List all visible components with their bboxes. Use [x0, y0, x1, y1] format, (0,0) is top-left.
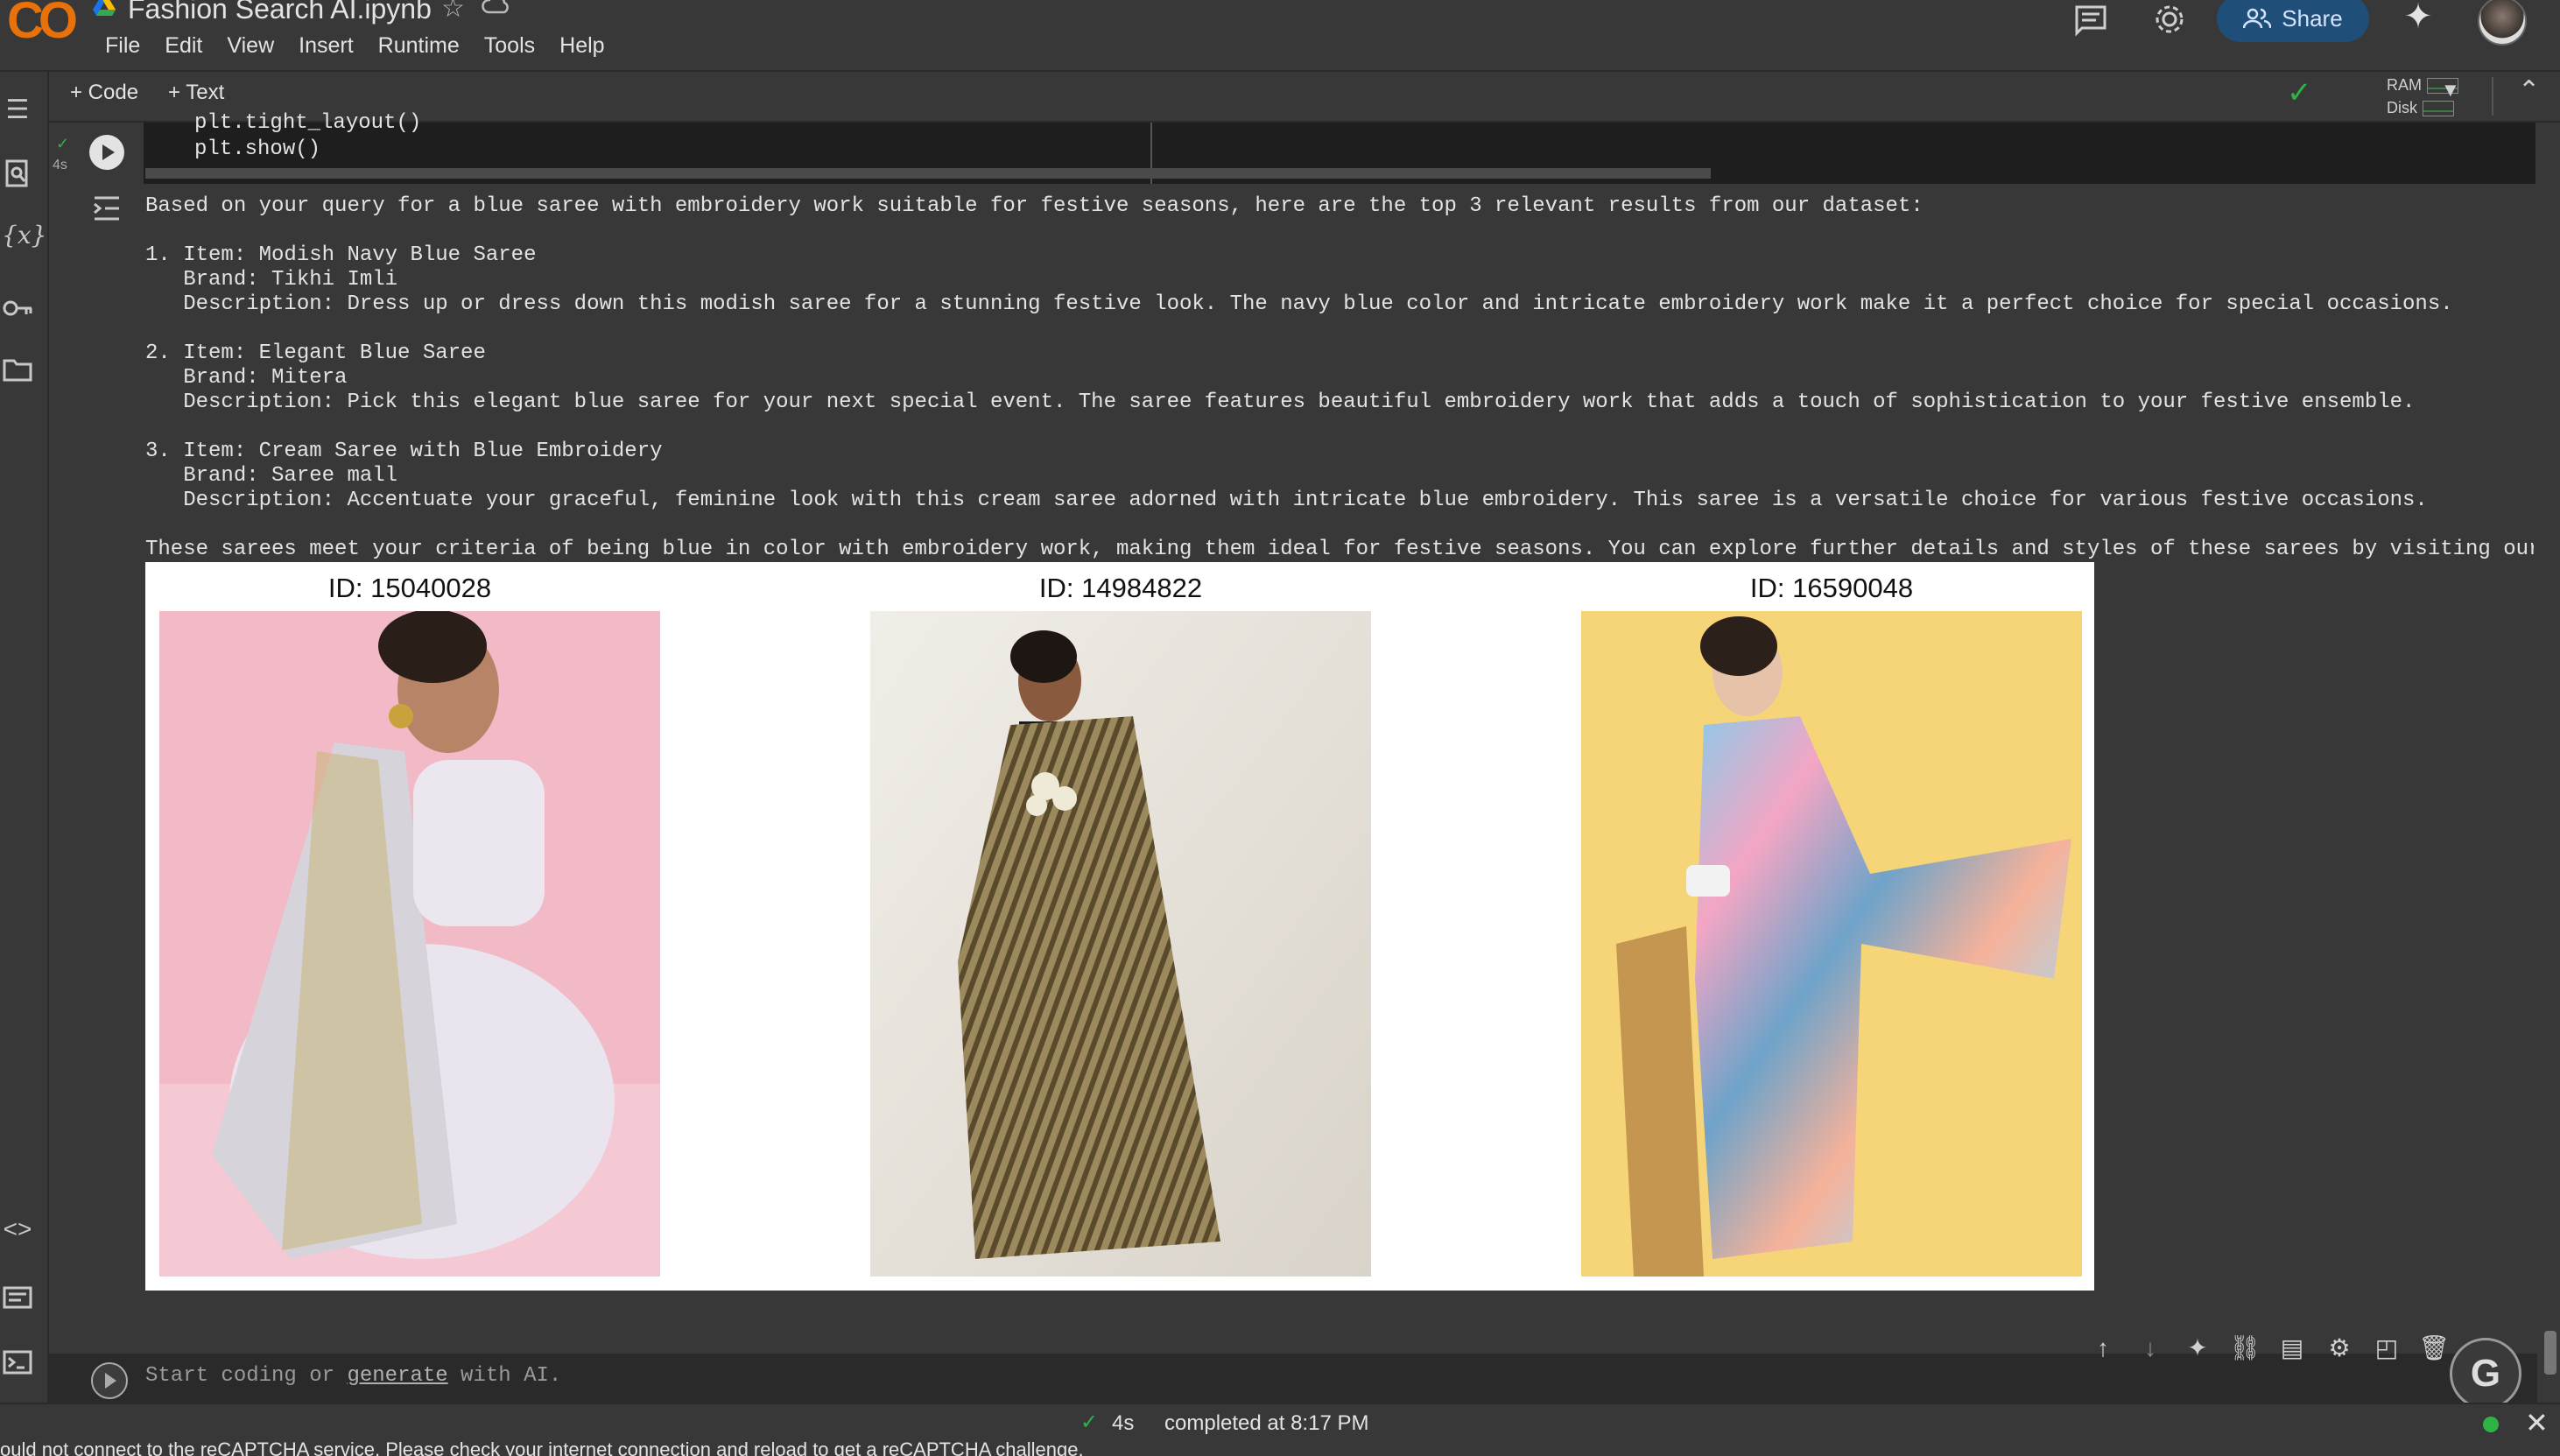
add-text-button[interactable]: + Text	[168, 81, 224, 105]
image-title-2: ID: 14984822	[1038, 573, 1203, 603]
people-icon	[2243, 8, 2272, 29]
menu-bar: File Edit View Insert Runtime Tools Help	[93, 30, 617, 62]
ai-sparkle-icon[interactable]: ✦	[2182, 1333, 2213, 1364]
cell-placeholder: Start coding or generate with AI.	[145, 1364, 561, 1388]
image-title-1: ID: 15040028	[327, 573, 492, 603]
table-of-contents-icon[interactable]: ☰	[2, 95, 33, 126]
disk-label: Disk	[2387, 99, 2417, 116]
star-icon[interactable]: ☆	[441, 0, 465, 24]
cell-settings-gear-icon[interactable]: ⚙	[2324, 1333, 2355, 1364]
saree-photo-2	[870, 611, 1371, 1277]
grammarly-icon[interactable]: G	[2450, 1338, 2521, 1410]
horizontal-scrollbar[interactable]	[145, 168, 1711, 179]
menu-runtime[interactable]: Runtime	[366, 30, 472, 62]
placeholder-suffix: with AI.	[447, 1364, 562, 1388]
recaptcha-warning: ould not connect to the reCAPTCHA servic…	[0, 1441, 2560, 1456]
link-icon[interactable]: ⛓	[2229, 1333, 2261, 1364]
comment-cell-icon[interactable]: ▤	[2276, 1333, 2308, 1364]
cell-output-text: Based on your query for a blue saree wit…	[145, 194, 2534, 561]
mirror-cell-icon[interactable]: ◰	[2371, 1333, 2402, 1364]
status-bar: ✓ 4s completed at 8:17 PM ✕	[0, 1403, 2560, 1443]
collapse-chevron-up-icon[interactable]: ⌃	[2518, 75, 2540, 106]
user-avatar[interactable]	[2478, 0, 2527, 46]
image-title-3: ID: 16590048	[1749, 573, 1914, 603]
ram-label: RAM	[2387, 76, 2422, 94]
settings-gear-icon[interactable]	[2150, 0, 2189, 39]
menu-view[interactable]: View	[215, 30, 286, 62]
placeholder-prefix: Start coding or	[145, 1364, 348, 1388]
execution-check-icon: ✓	[56, 135, 70, 152]
notebook-toolbar: + Code + Text ✓ RAM Disk ▼ ⌃	[49, 72, 2560, 123]
toolbar-divider	[2492, 77, 2493, 116]
variables-icon[interactable]: {x}	[2, 221, 46, 252]
status-message: completed at 8:17 PM	[1164, 1411, 1369, 1435]
run-empty-cell-button[interactable]	[91, 1362, 128, 1399]
run-cell-button[interactable]	[89, 135, 124, 170]
status-exec-time: 4s	[1112, 1411, 1135, 1435]
menu-insert[interactable]: Insert	[286, 30, 366, 62]
menu-file[interactable]: File	[93, 30, 152, 62]
app-header: CO Fashion Search AI.ipynb ☆ File Edit V…	[0, 0, 2560, 72]
move-down-arrow-icon[interactable]: ↓	[2135, 1333, 2166, 1364]
vertical-scrollbar[interactable]	[2544, 1331, 2556, 1375]
menu-tools[interactable]: Tools	[472, 30, 547, 62]
menu-help[interactable]: Help	[547, 30, 616, 62]
status-check-icon: ✓	[1080, 1410, 1099, 1434]
disk-meter	[2423, 101, 2454, 117]
gemini-sparkle-icon[interactable]: ✦	[2399, 0, 2437, 36]
add-code-button[interactable]: + Code	[70, 81, 138, 105]
results-figure: ID: 15040028 ID: 14984822 ID: 16590048	[145, 562, 2094, 1291]
execution-time: 4s	[53, 158, 67, 172]
cloud-save-icon[interactable]	[482, 0, 511, 16]
saree-photo-1	[159, 611, 660, 1277]
colab-logo[interactable]: CO	[7, 0, 78, 50]
command-palette-icon[interactable]	[2, 1282, 33, 1313]
share-button[interactable]: Share	[2217, 0, 2369, 42]
move-up-arrow-icon[interactable]: ↑	[2087, 1333, 2119, 1364]
files-folder-icon[interactable]	[2, 354, 33, 385]
terminal-icon[interactable]	[2, 1347, 33, 1378]
left-sidebar: ☰ {x} <>	[0, 72, 49, 1403]
share-label: Share	[2282, 4, 2343, 32]
notebook-title[interactable]: Fashion Search AI.ipynb	[128, 0, 432, 25]
close-status-icon[interactable]: ✕	[2525, 1406, 2549, 1439]
runtime-dropdown-chevron-icon[interactable]: ▼	[2441, 79, 2460, 102]
generate-link[interactable]: generate	[347, 1364, 447, 1388]
comment-icon[interactable]	[2071, 2, 2110, 40]
menu-edit[interactable]: Edit	[152, 30, 215, 62]
output-actions-icon[interactable]	[91, 193, 123, 224]
code-snippets-icon[interactable]: <>	[2, 1215, 33, 1247]
secrets-key-icon[interactable]	[2, 292, 33, 324]
cell-actions-toolbar: ↑ ↓ ✦ ⛓ ▤ ⚙ ◰ 🗑	[2087, 1333, 2455, 1368]
find-replace-icon[interactable]	[2, 158, 33, 189]
google-drive-icon	[93, 0, 116, 16]
code-text: plt.tight_layout() plt.show()	[194, 111, 422, 161]
connection-status-dot	[2483, 1417, 2499, 1432]
delete-trash-icon[interactable]: 🗑	[2418, 1333, 2450, 1364]
connected-check-icon: ✓	[2287, 76, 2312, 109]
saree-photo-3	[1581, 611, 2082, 1277]
